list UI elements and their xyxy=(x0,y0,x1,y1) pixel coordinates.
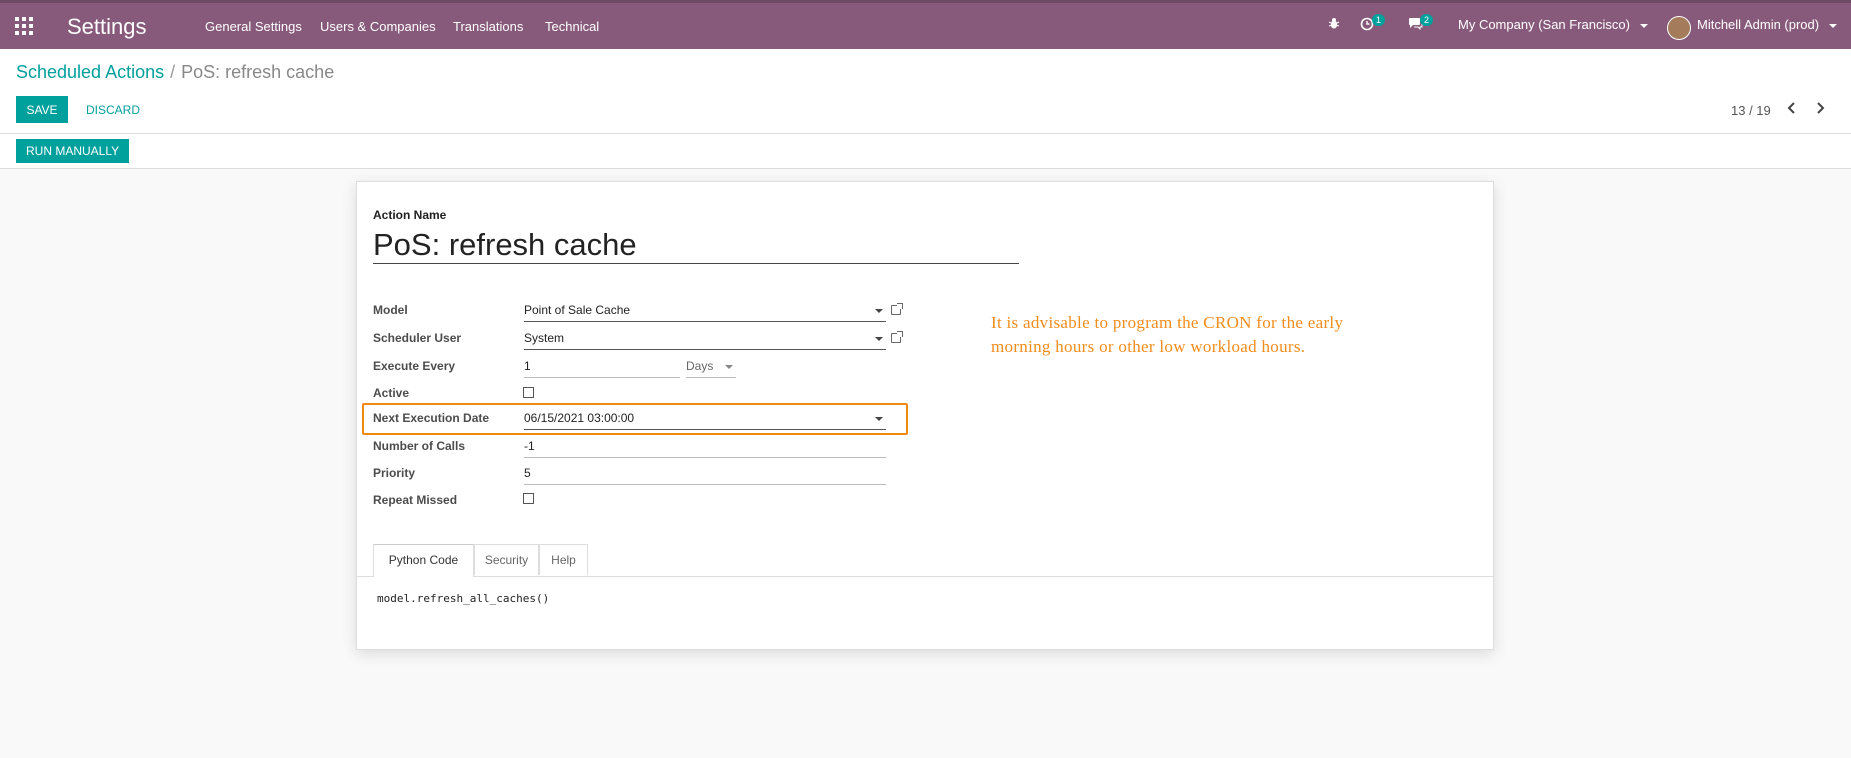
app-title[interactable]: Settings xyxy=(67,14,147,40)
breadcrumb-current: PoS: refresh cache xyxy=(181,62,335,82)
company-name: My Company (San Francisco) xyxy=(1458,17,1630,32)
chevron-down-icon xyxy=(1828,23,1837,28)
python-code-editor[interactable]: model.refresh_all_caches() xyxy=(377,592,549,605)
pager-previous-icon[interactable] xyxy=(1787,99,1797,120)
number-of-calls-input[interactable]: -1 xyxy=(524,439,886,458)
interval-type-select[interactable]: Days xyxy=(686,359,736,378)
next-execution-date-label: Next Execution Date xyxy=(373,411,490,425)
next-execution-date-value: 06/15/2021 03:00:00 xyxy=(524,411,635,425)
save-button[interactable]: SAVE xyxy=(16,96,68,123)
user-name: Mitchell Admin (prod) xyxy=(1697,17,1820,32)
breadcrumb-separator: / xyxy=(170,62,176,82)
form-statusbar: RUN MANUALLY xyxy=(0,134,1851,169)
action-name-label: Action Name xyxy=(373,208,447,222)
pager-next-icon[interactable] xyxy=(1815,99,1825,120)
priority-input[interactable]: 5 xyxy=(524,466,886,485)
menu-technical[interactable]: Technical xyxy=(545,19,599,34)
scheduler-user-field[interactable]: System xyxy=(524,331,886,350)
chevron-down-icon xyxy=(875,417,883,421)
priority-label: Priority xyxy=(373,466,416,480)
repeat-missed-label: Repeat Missed xyxy=(373,493,458,507)
menu-users-companies[interactable]: Users & Companies xyxy=(320,19,436,34)
tab-help[interactable]: Help xyxy=(539,544,588,575)
apps-menu-icon[interactable] xyxy=(15,17,33,35)
chevron-down-icon xyxy=(875,309,883,313)
menu-general-settings[interactable]: General Settings xyxy=(205,19,302,34)
model-field[interactable]: Point of Sale Cache xyxy=(524,303,886,322)
chevron-down-icon xyxy=(1639,23,1648,28)
breadcrumb: Scheduled Actions / PoS: refresh cache xyxy=(16,62,334,83)
interval-type-value: Days xyxy=(686,359,714,373)
activity-badge: 1 xyxy=(1372,14,1386,26)
active-label: Active xyxy=(373,386,410,400)
chevron-down-icon xyxy=(875,337,883,341)
chevron-down-icon xyxy=(725,365,733,369)
messages-chat-icon[interactable]: 2 xyxy=(1408,14,1434,33)
interval-number-input[interactable]: 1 xyxy=(524,359,680,378)
external-link-icon[interactable] xyxy=(891,331,903,343)
notebook-tabs: Python Code Security Help xyxy=(357,544,1493,577)
scheduler-user-label: Scheduler User xyxy=(373,331,462,345)
action-name-input[interactable]: PoS: refresh cache xyxy=(373,227,1019,264)
external-link-icon[interactable] xyxy=(891,303,903,315)
tab-python-code[interactable]: Python Code xyxy=(373,544,474,577)
number-of-calls-label: Number of Calls xyxy=(373,439,466,453)
user-avatar[interactable] xyxy=(1667,16,1691,40)
pager-value[interactable]: 13 / 19 xyxy=(1731,103,1771,118)
scheduler-user-value: System xyxy=(524,331,565,345)
control-panel: Scheduled Actions / PoS: refresh cache SAV… xyxy=(0,49,1851,134)
user-menu[interactable]: Mitchell Admin (prod) xyxy=(1697,17,1837,32)
annotation-note: It is advisable to program the CRON for … xyxy=(991,313,1344,356)
top-navbar: Settings General Settings Users & Compan… xyxy=(0,0,1851,49)
repeat-missed-checkbox[interactable] xyxy=(523,493,534,504)
execute-every-label: Execute Every xyxy=(373,359,456,373)
company-switcher[interactable]: My Company (San Francisco) xyxy=(1458,17,1648,32)
next-execution-date-field[interactable]: 06/15/2021 03:00:00 xyxy=(524,411,886,430)
messages-badge: 2 xyxy=(1420,14,1434,26)
active-checkbox[interactable] xyxy=(523,387,534,398)
breadcrumb-parent-link[interactable]: Scheduled Actions xyxy=(16,62,164,82)
debug-bug-icon[interactable] xyxy=(1328,17,1340,33)
tab-security[interactable]: Security xyxy=(474,544,539,575)
model-label: Model xyxy=(373,303,408,317)
form-sheet: Action Name PoS: refresh cache Model Poi… xyxy=(356,181,1494,650)
model-value: Point of Sale Cache xyxy=(524,303,631,317)
discard-button[interactable]: DISCARD xyxy=(80,96,146,123)
activity-clock-icon[interactable]: 1 xyxy=(1360,14,1386,34)
run-manually-button[interactable]: RUN MANUALLY xyxy=(16,139,130,163)
menu-translations[interactable]: Translations xyxy=(453,19,523,34)
